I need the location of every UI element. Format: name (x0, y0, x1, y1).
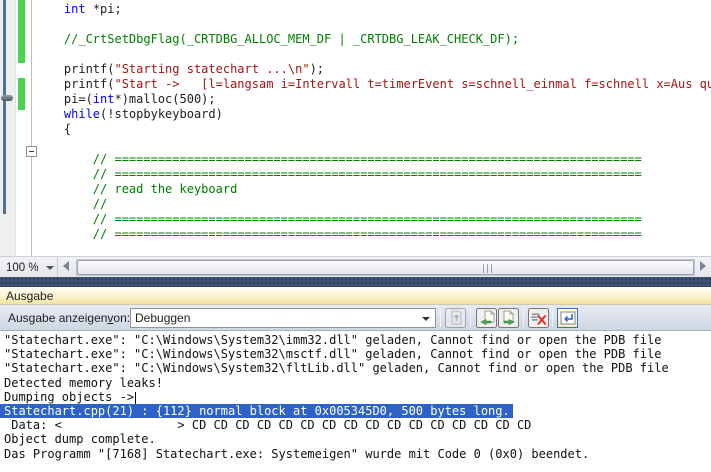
output-line[interactable]: "Statechart.exe": "C:\Windows\System32\f… (4, 361, 711, 375)
output-line[interactable]: "Statechart.exe": "C:\Windows\System32\i… (4, 333, 711, 347)
scroll-left-arrow[interactable] (63, 261, 69, 271)
pane-splitter[interactable] (0, 277, 711, 287)
code-line[interactable]: while(!stopbykeyboard) (35, 107, 711, 122)
code-line[interactable] (35, 17, 711, 32)
toolbar-separator (440, 309, 441, 327)
chevron-down-icon (422, 317, 430, 321)
code-line[interactable]: pi=(int*)malloc(500); (35, 92, 711, 107)
vs-window: int *pi; //_CrtSetDbgFlag(_CRTDBG_ALLOC_… (0, 0, 711, 472)
code-line[interactable]: //_CrtSetDbgFlag(_CRTDBG_ALLOC_MEM_DF | … (35, 32, 711, 47)
code-lines[interactable]: int *pi; //_CrtSetDbgFlag(_CRTDBG_ALLOC_… (35, 2, 711, 242)
next-message-icon (500, 310, 517, 326)
output-source-value: Debuggen (135, 311, 190, 325)
zoom-value: 100 % (6, 262, 39, 274)
output-line[interactable]: "Statechart.exe": "C:\Windows\System32\m… (4, 347, 711, 361)
code-line[interactable]: printf("Starting statechart ...\n"); (35, 62, 711, 77)
text-caret (135, 392, 136, 404)
show-output-from-label: Ausgabe anzeigen von: (8, 305, 130, 330)
editor-scroll-row: 100 % (0, 256, 711, 277)
toolbar-separator (523, 309, 524, 327)
output-line[interactable]: Detected memory leaks! (4, 376, 711, 390)
toolbar-separator (470, 309, 471, 327)
margin-dash-marker (1, 95, 13, 101)
code-line[interactable]: // =====================================… (35, 227, 711, 242)
output-log[interactable]: "Statechart.exe": "C:\Windows\System32\i… (0, 331, 711, 472)
output-line[interactable]: Das Programm "[7168] Statechart.exe: Sys… (4, 447, 711, 461)
code-line[interactable]: // =====================================… (35, 212, 711, 227)
clear-all-button[interactable] (528, 308, 549, 328)
clear-all-icon (530, 310, 547, 326)
code-line[interactable]: printf("Start -> [l=langsam i=Intervall … (35, 77, 711, 92)
output-line[interactable]: Data: < > CD CD CD CD CD CD CD CD CD CD … (4, 418, 711, 432)
toggle-word-wrap-button[interactable] (557, 308, 578, 328)
goto-source-button[interactable] (445, 308, 466, 328)
word-wrap-icon (560, 311, 576, 325)
goto-source-icon (448, 310, 464, 326)
outlining-guide-line (31, 0, 32, 256)
code-line[interactable]: { (35, 122, 711, 137)
code-line[interactable]: int *pi; (35, 2, 711, 17)
output-toolbar: Ausgabe anzeigen von: Debuggen (0, 305, 711, 331)
code-line[interactable]: // read the keyboard (35, 182, 711, 197)
output-source-combobox[interactable]: Debuggen (130, 308, 436, 328)
scrollbar-grip-icon (483, 264, 494, 273)
code-line[interactable] (35, 47, 711, 62)
output-panel-titlebar[interactable]: Ausgabe (0, 287, 711, 305)
scroll-right-arrow[interactable] (700, 261, 706, 271)
code-line[interactable] (35, 137, 711, 152)
output-panel-title: Ausgabe (6, 289, 53, 303)
next-message-button[interactable] (498, 308, 519, 328)
chevron-down-icon (46, 266, 54, 270)
horizontal-scrollbar[interactable] (76, 259, 695, 276)
code-editor[interactable]: int *pi; //_CrtSetDbgFlag(_CRTDBG_ALLOC_… (0, 0, 711, 256)
code-line[interactable]: // =====================================… (35, 152, 711, 167)
toolbar-separator (552, 309, 553, 327)
window-edge-strip (3, 0, 6, 214)
code-line[interactable]: // =====================================… (35, 167, 711, 182)
change-tracking-bar (18, 0, 25, 63)
output-line-selected[interactable]: Statechart.cpp(21) : {112} normal block … (4, 404, 711, 418)
previous-message-button[interactable] (476, 308, 497, 328)
code-line[interactable]: // (35, 197, 711, 212)
change-tracking-bar (18, 78, 25, 110)
previous-message-icon (478, 310, 495, 326)
scrollbar-thumb[interactable] (77, 260, 694, 275)
output-line[interactable]: Object dump complete. (4, 432, 711, 446)
output-line[interactable]: Dumping objects -> (4, 390, 711, 404)
